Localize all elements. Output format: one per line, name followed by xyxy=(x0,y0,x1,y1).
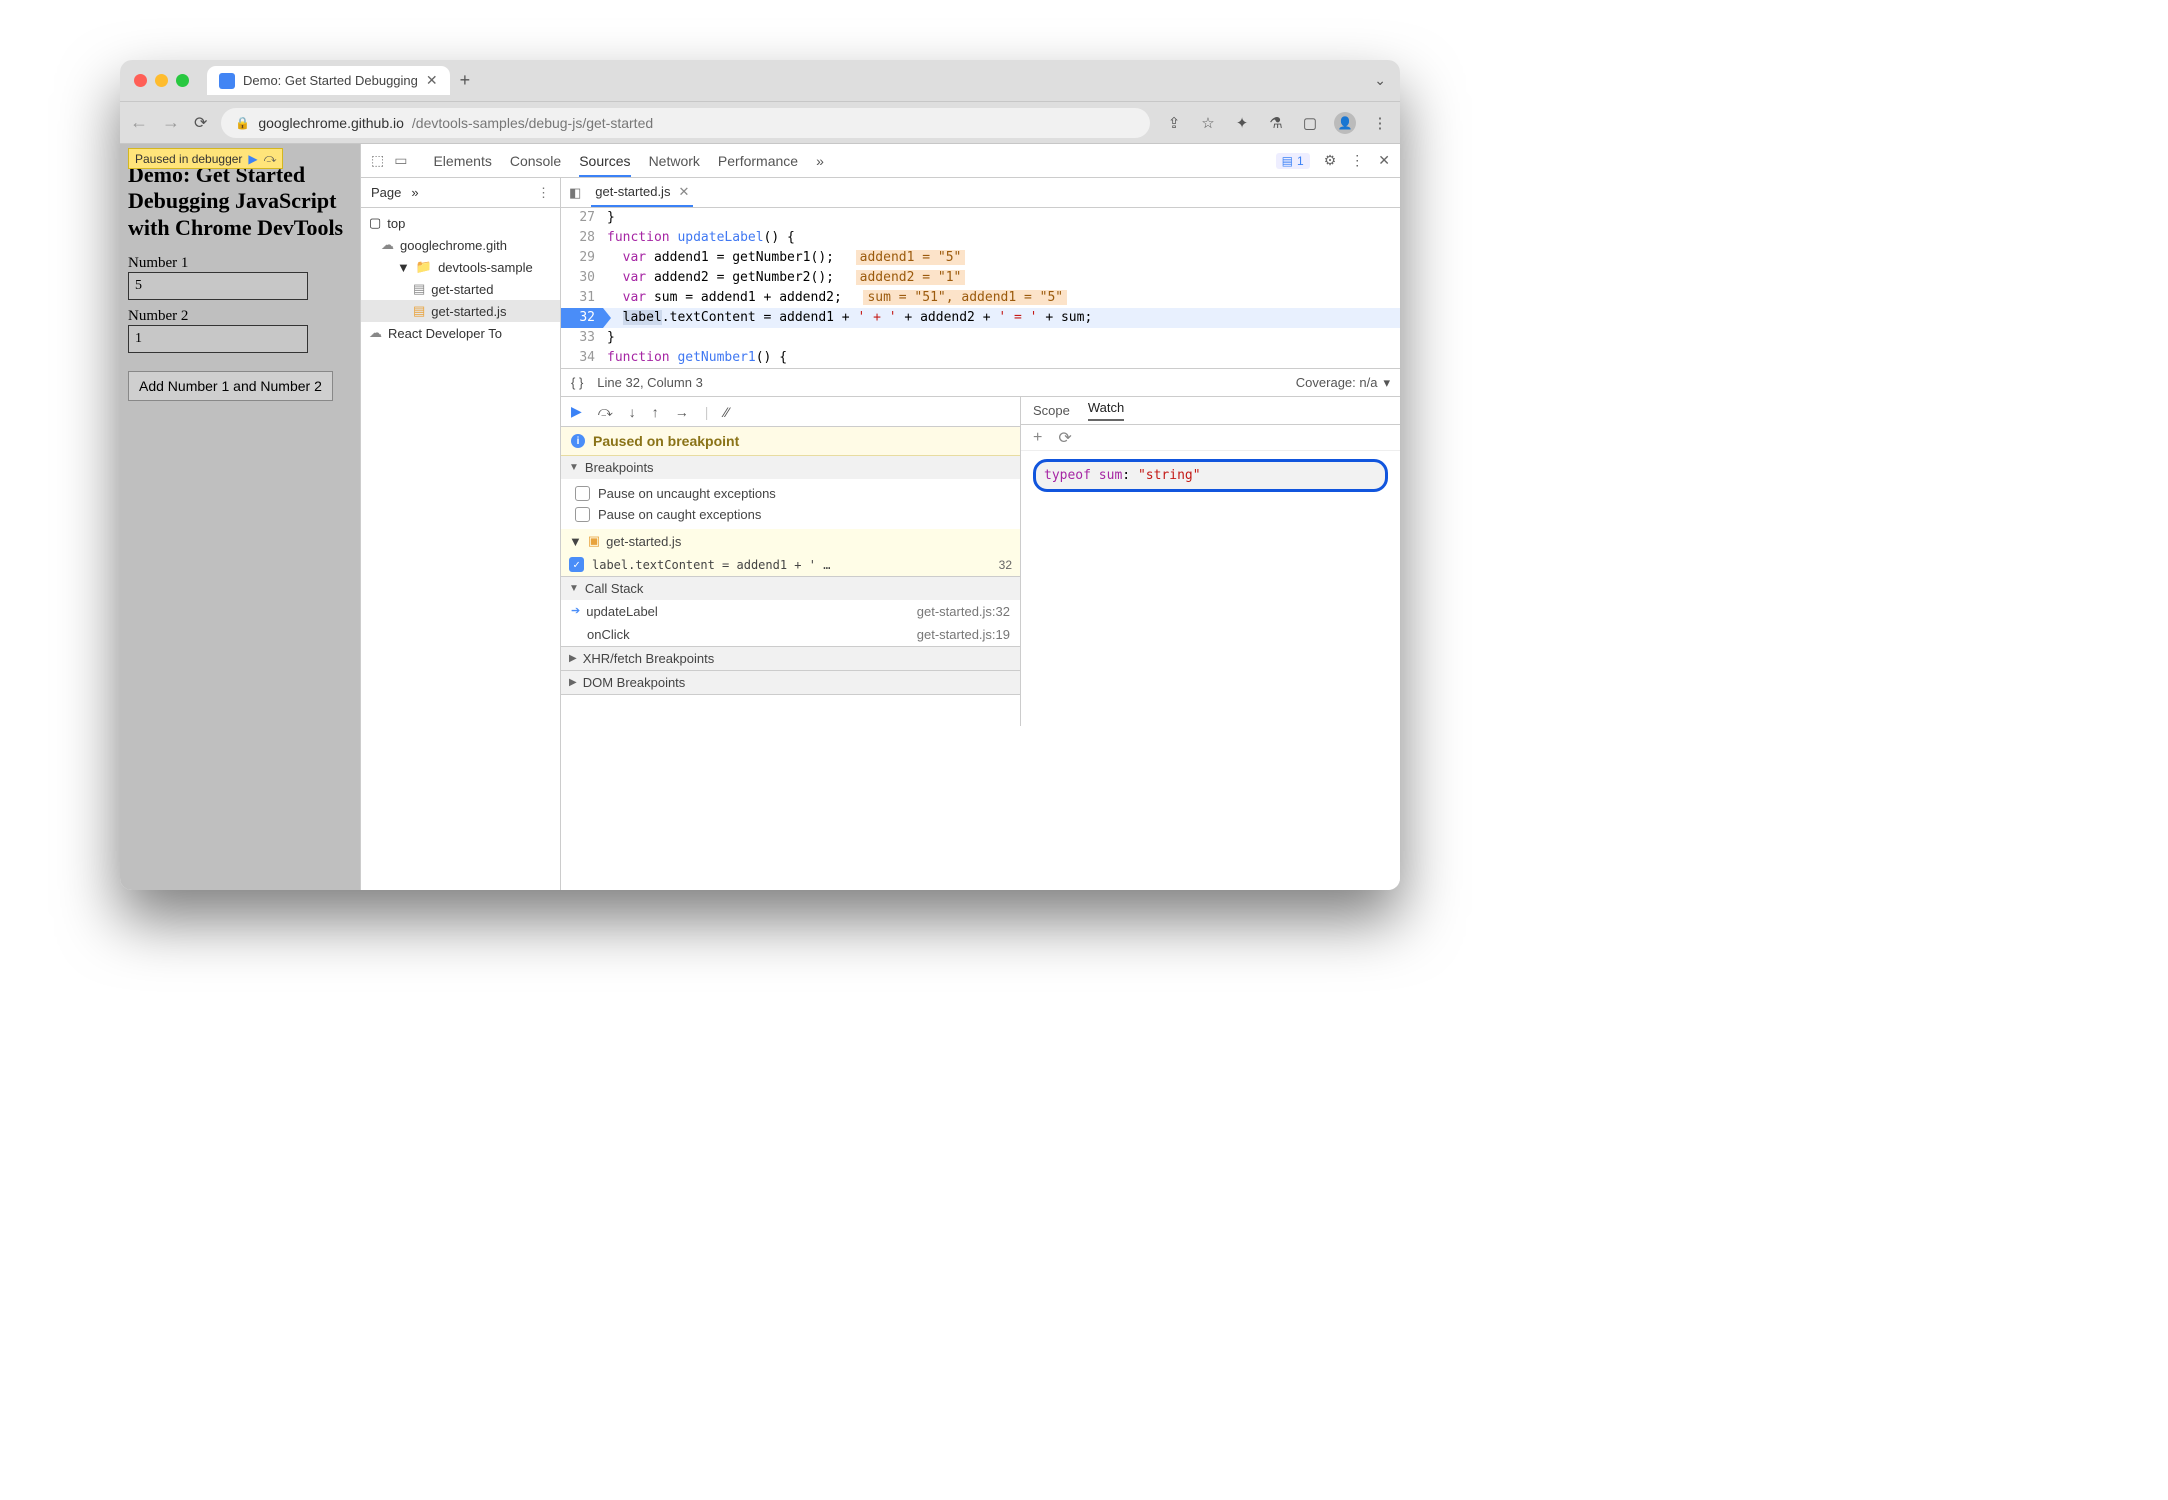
menu-icon[interactable]: ⋮ xyxy=(1370,114,1390,132)
share-icon[interactable]: ⇪ xyxy=(1164,114,1184,132)
cursor-position: Line 32, Column 3 xyxy=(597,375,703,390)
back-button[interactable]: ← xyxy=(130,112,148,133)
stack-frame[interactable]: updateLabelget-started.js:32 xyxy=(561,600,1020,623)
bp-line-row[interactable]: ✓label.textContent = addend1 + ' …32 xyxy=(561,553,1020,576)
minimize-window-button[interactable] xyxy=(155,74,168,87)
stack-frame[interactable]: onClickget-started.js:19 xyxy=(561,623,1020,646)
format-icon[interactable]: { } xyxy=(571,375,583,390)
nav-menu-icon[interactable]: ⋮ xyxy=(537,185,550,201)
bp-file-row[interactable]: ▼▣get-started.js xyxy=(561,529,1020,553)
tree-js[interactable]: ▤get-started.js xyxy=(361,300,560,322)
lock-icon: 🔒 xyxy=(235,116,250,130)
tab-console[interactable]: Console xyxy=(510,153,561,169)
watch-tab[interactable]: Watch xyxy=(1088,400,1124,421)
tab-elements[interactable]: Elements xyxy=(433,153,491,169)
coverage-toggle-icon[interactable]: ▾ xyxy=(1383,375,1390,391)
callstack-header[interactable]: ▼Call Stack xyxy=(561,577,1020,600)
labs-icon[interactable]: ⚗ xyxy=(1266,114,1286,132)
maximize-window-button[interactable] xyxy=(176,74,189,87)
coverage-label: Coverage: n/a xyxy=(1296,375,1378,390)
url-bar: ← → ⟳ 🔒 googlechrome.github.io/devtools-… xyxy=(120,102,1400,144)
new-tab-button[interactable]: + xyxy=(460,70,471,91)
titlebar: Demo: Get Started Debugging ✕ + ⌄ xyxy=(120,60,1400,102)
issues-badge[interactable]: ▤ 1 xyxy=(1276,153,1310,169)
paused-message: i Paused on breakpoint xyxy=(561,427,1020,456)
watch-expression[interactable]: typeof sum: "string" xyxy=(1033,459,1388,492)
page-title: Demo: Get Started Debugging JavaScript w… xyxy=(128,162,352,241)
close-tab-icon[interactable]: ✕ xyxy=(426,72,438,89)
tree-folder[interactable]: ▼📁devtools-sample xyxy=(361,256,560,278)
label-number2: Number 2 xyxy=(128,308,352,325)
breakpoints-header[interactable]: ▼Breakpoints xyxy=(561,456,1020,479)
bookmark-icon[interactable]: ☆ xyxy=(1198,114,1218,132)
extensions-icon[interactable]: ✦ xyxy=(1232,114,1252,132)
favicon-icon xyxy=(219,73,235,89)
label-number1: Number 1 xyxy=(128,255,352,272)
close-devtools-icon[interactable]: ✕ xyxy=(1378,152,1390,169)
url-path: /devtools-samples/debug-js/get-started xyxy=(412,115,653,131)
resume-button[interactable]: ▶ xyxy=(571,403,582,420)
nav-page-tab[interactable]: Page xyxy=(371,185,401,200)
reload-button[interactable]: ⟳ xyxy=(194,113,207,133)
paused-overlay: Paused in debugger ▶ ⤼ xyxy=(128,148,283,169)
step-into-button[interactable]: ↓ xyxy=(629,404,636,420)
window-controls xyxy=(134,74,189,87)
tree-top[interactable]: ▢top xyxy=(361,212,560,234)
device-icon[interactable]: ▭ xyxy=(394,152,407,169)
tab-list-button[interactable]: ⌄ xyxy=(1374,72,1386,89)
debugger-left: ▶ ⤼ ↓ ↑ → | ⁄⁄ i Paused on breakpoint xyxy=(561,397,1021,726)
paused-label: Paused in debugger xyxy=(135,152,242,166)
overlay-resume-icon[interactable]: ▶ xyxy=(248,152,257,166)
close-window-button[interactable] xyxy=(134,74,147,87)
tabs-more[interactable]: » xyxy=(816,153,824,169)
settings-icon[interactable]: ⚙ xyxy=(1324,152,1337,169)
step-out-button[interactable]: ↑ xyxy=(652,404,659,420)
browser-tab[interactable]: Demo: Get Started Debugging ✕ xyxy=(207,66,450,95)
editor-column: ◧ get-started.js ✕ 27} 28function update… xyxy=(561,178,1400,890)
tree-html[interactable]: ▤get-started xyxy=(361,278,560,300)
breakpoint-gutter[interactable]: 32 xyxy=(561,308,603,328)
tab-title: Demo: Get Started Debugging xyxy=(243,73,418,88)
file-navigator: Page » ⋮ ▢top ☁googlechrome.gith ▼📁devto… xyxy=(361,178,561,890)
editor-status: { } Line 32, Column 3 Coverage: n/a ▾ xyxy=(561,368,1400,396)
panel-icon[interactable]: ▢ xyxy=(1300,114,1320,132)
forward-button[interactable]: → xyxy=(162,112,180,133)
address-field[interactable]: 🔒 googlechrome.github.io/devtools-sample… xyxy=(221,108,1150,138)
debugger-right: Scope Watch + ⟳ typeof sum: "string" xyxy=(1021,397,1400,726)
tree-extension[interactable]: ☁React Developer To xyxy=(361,322,560,344)
dom-bp-header[interactable]: ▶DOM Breakpoints xyxy=(561,671,1020,694)
profile-avatar[interactable]: 👤 xyxy=(1334,112,1356,134)
tree-host[interactable]: ☁googlechrome.gith xyxy=(361,234,560,256)
add-watch-button[interactable]: + xyxy=(1033,429,1042,447)
xhr-bp-header[interactable]: ▶XHR/fetch Breakpoints xyxy=(561,647,1020,670)
pause-uncaught-toggle[interactable]: Pause on uncaught exceptions xyxy=(569,483,1012,504)
url-host: googlechrome.github.io xyxy=(258,115,404,131)
devtools-tabs: ⬚ ▭ Elements Console Sources Network Per… xyxy=(361,144,1400,178)
scope-tab[interactable]: Scope xyxy=(1033,403,1070,418)
inspect-icon[interactable]: ⬚ xyxy=(371,152,384,169)
step-button[interactable]: → xyxy=(675,404,689,420)
code-editor[interactable]: 27} 28function updateLabel() { 29 var ad… xyxy=(561,208,1400,368)
refresh-watch-button[interactable]: ⟳ xyxy=(1058,428,1071,448)
add-button[interactable]: Add Number 1 and Number 2 xyxy=(128,371,333,401)
toggle-navigator-icon[interactable]: ◧ xyxy=(569,185,581,201)
deactivate-bp-button[interactable]: ⁄⁄ xyxy=(724,404,729,420)
input-number1[interactable] xyxy=(128,272,308,300)
tab-network[interactable]: Network xyxy=(649,153,700,169)
overlay-step-icon[interactable]: ⤼ xyxy=(264,151,277,166)
close-file-icon[interactable]: ✕ xyxy=(678,184,689,200)
info-icon: i xyxy=(571,434,585,448)
file-tab[interactable]: get-started.js ✕ xyxy=(591,179,693,207)
pause-caught-toggle[interactable]: Pause on caught exceptions xyxy=(569,504,1012,525)
more-icon[interactable]: ⋮ xyxy=(1350,152,1364,169)
tab-performance[interactable]: Performance xyxy=(718,153,798,169)
input-number2[interactable] xyxy=(128,325,308,353)
nav-more[interactable]: » xyxy=(411,185,418,200)
tab-sources[interactable]: Sources xyxy=(579,153,630,177)
rendered-page: Paused in debugger ▶ ⤼ Demo: Get Started… xyxy=(120,144,360,890)
step-over-button[interactable]: ⤼ xyxy=(598,403,613,420)
devtools: ⬚ ▭ Elements Console Sources Network Per… xyxy=(360,144,1400,890)
